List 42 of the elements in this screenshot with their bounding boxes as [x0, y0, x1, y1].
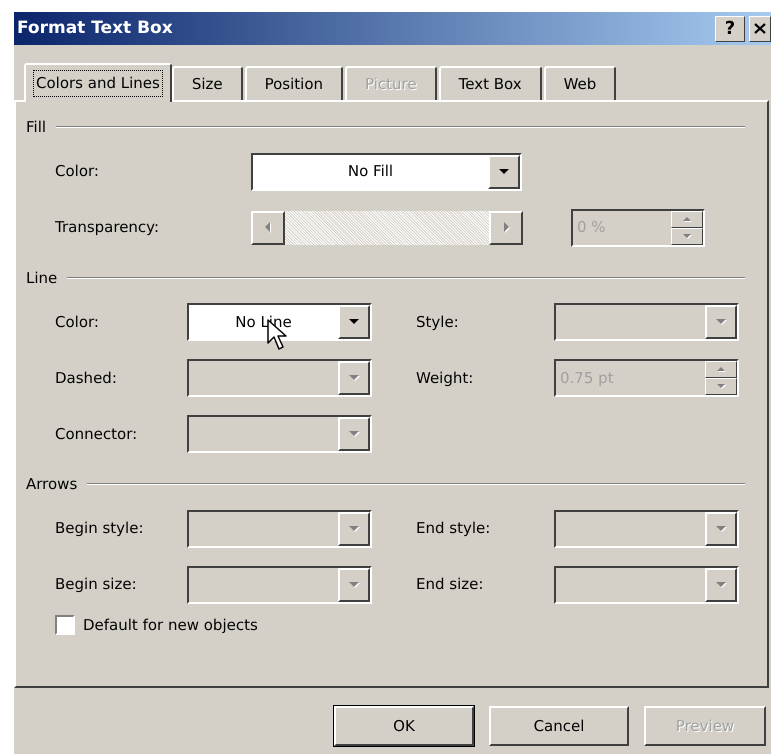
field-label: Color: — [55, 161, 100, 182]
help-button[interactable]: ? — [715, 16, 745, 42]
tab[interactable]: Size — [172, 66, 243, 100]
field-label: Begin style: — [55, 518, 145, 540]
dropdown[interactable]: No Fill — [251, 152, 522, 190]
field-label: Style: — [416, 312, 460, 333]
down-arrow-icon — [716, 383, 726, 390]
field-label: Connector: — [55, 424, 138, 445]
close-button[interactable] — [749, 16, 771, 42]
tab[interactable]: Colors and Lines — [24, 63, 172, 102]
down-arrow-icon — [682, 232, 692, 240]
tab[interactable]: Text Box — [438, 66, 542, 100]
field-label: Weight: — [416, 368, 474, 389]
field-label: Transparency: — [55, 217, 160, 238]
dialog-button[interactable]: OK — [334, 706, 474, 746]
up-arrow-icon — [716, 366, 726, 373]
field-label: Dashed: — [55, 368, 118, 389]
checkbox-label: Default for new objects — [83, 614, 258, 636]
caret-icon — [714, 580, 728, 590]
close-icon — [754, 23, 766, 34]
section-title: Line — [26, 268, 58, 288]
caret-icon — [348, 580, 360, 590]
field-label: End style: — [416, 518, 492, 540]
left-arrow-icon — [262, 221, 274, 234]
checkbox[interactable] — [55, 614, 75, 635]
up-arrow-icon — [682, 216, 692, 222]
window-title: Format Text Box — [17, 16, 173, 40]
caret-icon — [714, 524, 728, 534]
dialog-button[interactable]: Cancel — [489, 706, 629, 746]
field-label: Color: — [55, 312, 100, 333]
section-title: Arrows — [26, 474, 78, 495]
tab[interactable]: Position — [244, 66, 344, 100]
caret-icon — [714, 317, 728, 327]
field-label: Begin size: — [55, 574, 138, 596]
caret-icon — [498, 166, 510, 176]
caret-icon — [348, 429, 360, 439]
caret-icon — [348, 317, 360, 327]
caret-icon — [348, 373, 360, 383]
field-label: End size: — [416, 574, 484, 596]
tab[interactable]: Web — [544, 66, 616, 100]
caret-icon — [348, 524, 360, 534]
section-title: Fill — [26, 117, 46, 138]
